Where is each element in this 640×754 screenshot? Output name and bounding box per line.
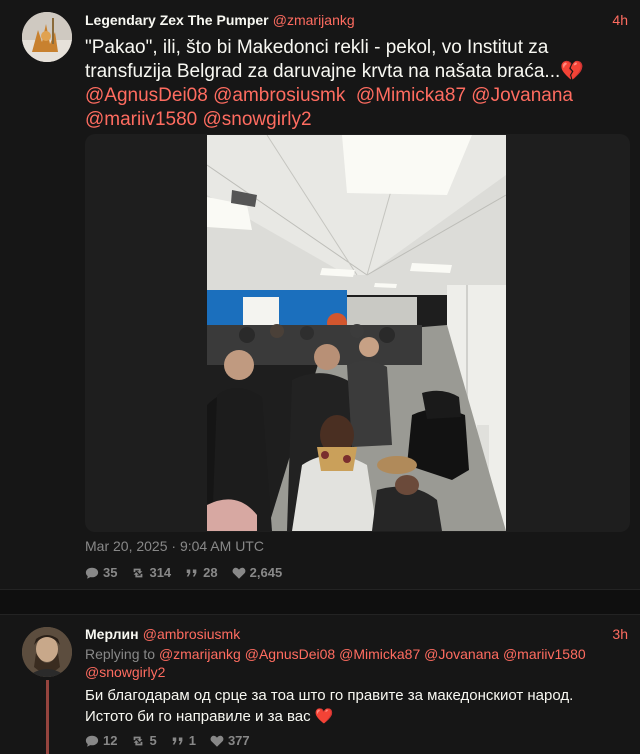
retweet-count-value: 5 [149, 733, 157, 748]
mention-link[interactable]: @snowgirly2 [85, 664, 165, 680]
retweet-icon [134, 736, 143, 745]
tweet-body: "Pakao", ili, što bi Makedonci rekli - p… [85, 37, 584, 82]
reply-count-value: 12 [103, 733, 118, 748]
like-count-value: 377 [227, 733, 250, 748]
quote-count-value: 1 [188, 733, 196, 748]
quote-count[interactable]: 28 [185, 565, 218, 580]
mention-link[interactable]: @mariiv1580 [503, 646, 586, 662]
thread-line [46, 680, 49, 754]
reply-header: Мерлин @ambrosiusmk [85, 626, 240, 643]
mention-link[interactable]: @AgnusDei08 [85, 85, 208, 106]
quote-icon [186, 569, 197, 576]
mention-link[interactable]: @AgnusDei08 [245, 646, 336, 662]
heart-icon [210, 735, 224, 747]
attached-photo[interactable] [206, 134, 507, 531]
tweet-date[interactable]: Mar 20, 2025 · 9:04 AM UTC [85, 538, 264, 554]
retweet-icon [134, 568, 143, 577]
reply-count[interactable]: 12 [85, 733, 117, 748]
username[interactable]: @zmarijankg [273, 12, 355, 28]
main-avatar[interactable] [22, 12, 72, 62]
mention-link[interactable]: @ambrosiusmk [213, 85, 345, 106]
main-header: Legendary Zex The Pumper @zmarijankg [85, 12, 355, 29]
replying-label: Replying to [85, 646, 156, 662]
like-count[interactable]: 2,645 [232, 565, 283, 580]
reply-avatar[interactable] [22, 627, 72, 677]
quote-count[interactable]: 1 [171, 733, 196, 748]
retweet-count[interactable]: 314 [131, 565, 171, 580]
replying-to: Replying to @zmarijankg @AgnusDei08 @Mim… [85, 645, 630, 681]
mention-link[interactable]: @zmarijankg [159, 646, 241, 662]
comment-icon [85, 567, 99, 579]
quote-icon [172, 737, 183, 744]
mention-link[interactable]: @Jovanana [424, 646, 499, 662]
mention-link[interactable]: @snowgirly2 [203, 109, 312, 130]
media-container [85, 134, 630, 532]
username[interactable]: @ambrosiusmk [143, 626, 240, 642]
tweet-text: "Pakao", ili, što bi Makedonci rekli - p… [85, 36, 630, 132]
reply-text: Би благодарам од срце за тоа што го прав… [85, 687, 574, 725]
tweet-time[interactable]: 4h [612, 12, 628, 28]
mention-link[interactable]: @Mimicka87 [356, 85, 466, 106]
reply-count-value: 35 [103, 565, 118, 580]
display-name[interactable]: Мерлин [85, 626, 139, 642]
tweet-time[interactable]: 3h [612, 626, 628, 642]
like-count[interactable]: 377 [210, 733, 250, 748]
retweet-count[interactable]: 5 [131, 733, 157, 748]
mention-link[interactable]: @Jovanana [471, 85, 573, 106]
like-count-value: 2,645 [249, 565, 283, 580]
mention-link[interactable]: @mariiv1580 [85, 109, 197, 130]
heart-icon [232, 567, 246, 579]
reply-stats: 12 5 1 377 [85, 733, 250, 748]
comment-icon [85, 735, 99, 747]
reply-count[interactable]: 35 [85, 565, 117, 580]
display-name[interactable]: Legendary Zex The Pumper [85, 12, 269, 28]
retweet-count-value: 314 [149, 565, 172, 580]
quote-count-value: 28 [203, 565, 218, 580]
tweet-stats: 35 314 28 2,645 [85, 565, 282, 580]
mention-link[interactable]: @Mimicka87 [339, 646, 420, 662]
